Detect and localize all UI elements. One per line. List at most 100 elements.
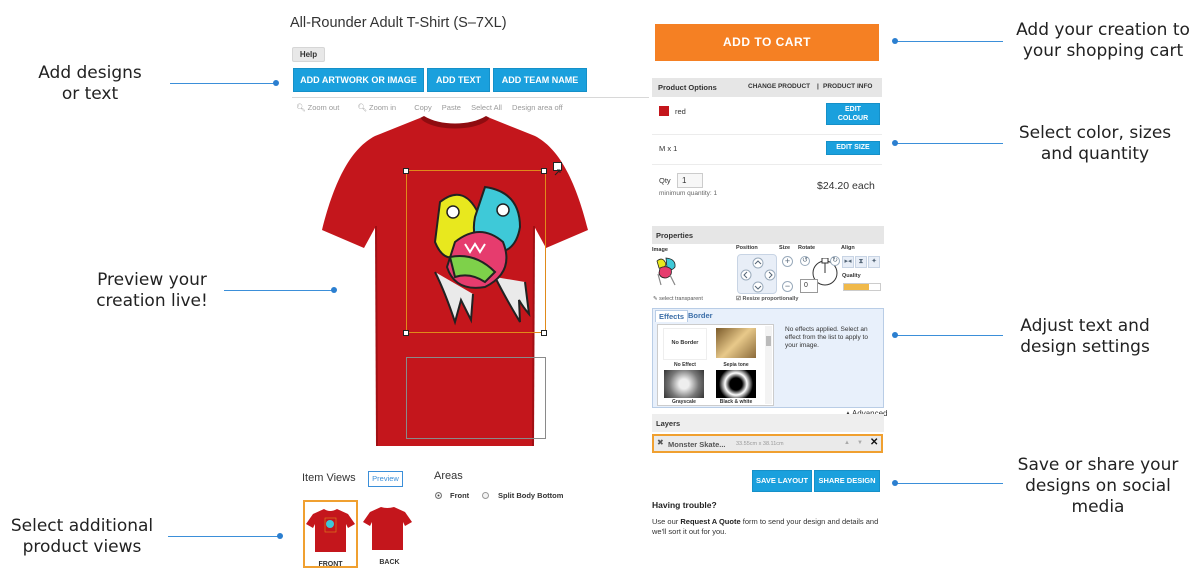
front-view-thumbnail[interactable]: FRONT — [303, 500, 358, 568]
layer-size: 33.55cm x 38.11cm — [736, 441, 784, 447]
change-product-link[interactable]: CHANGE PRODUCT — [748, 83, 810, 90]
annotation-dot — [892, 140, 898, 146]
colour-swatch — [659, 106, 669, 116]
annotation-line — [170, 83, 275, 84]
effects-message: No effects applied. Select an effect fro… — [785, 326, 868, 349]
share-design-button[interactable]: SHARE DESIGN — [814, 470, 880, 492]
resize-handle[interactable] — [403, 330, 409, 336]
add-to-cart-button[interactable]: ADD TO CART — [655, 24, 879, 61]
size-decrease-button[interactable]: − — [782, 281, 793, 292]
annotation-add-to-cart: Add your creation to your shopping cart — [1016, 20, 1190, 61]
effect-sepia-option[interactable] — [716, 328, 756, 358]
annotation-dot — [892, 332, 898, 338]
effect-grayscale-option[interactable] — [664, 370, 704, 398]
layer-up-icon[interactable]: ▲ — [844, 440, 850, 446]
back-view-label: BACK — [379, 559, 400, 566]
annotation-line — [895, 335, 1003, 336]
help-button[interactable]: Help — [292, 47, 325, 62]
front-tshirt-icon — [306, 509, 355, 552]
size-increase-button[interactable]: + — [782, 256, 793, 267]
area-split-body-radio[interactable] — [482, 492, 489, 499]
request-quote-link[interactable]: Request A Quote — [680, 517, 740, 526]
layer-down-icon[interactable]: ▼ — [857, 440, 863, 446]
back-view-thumbnail[interactable]: BACK — [362, 500, 417, 568]
annotation-select-options: Select color, sizes and quantity — [1018, 123, 1172, 164]
tab-border[interactable]: Border — [688, 311, 713, 320]
effect-black-white-option[interactable] — [716, 370, 756, 398]
front-view-label: FRONT — [318, 561, 343, 568]
add-text-button[interactable]: ADD TEXT — [427, 68, 490, 92]
select-transparent-label: select transparent — [659, 296, 703, 302]
size-quantity-summary: M x 1 — [659, 144, 678, 153]
area-front-radio[interactable] — [435, 492, 442, 499]
product-options-header: Product Options CHANGE PRODUCT | PRODUCT… — [652, 78, 882, 97]
annotation-dot — [277, 533, 283, 539]
annotation-line — [895, 143, 1003, 144]
areas-label: Areas — [434, 470, 463, 482]
edit-colour-button[interactable]: EDIT COLOUR — [826, 103, 880, 125]
resize-handle[interactable] — [403, 168, 409, 174]
size-col-label: Size — [779, 245, 791, 251]
annotation-add-designs: Add designs or text — [38, 63, 142, 104]
quality-bar — [843, 283, 881, 291]
scale-handle-icon[interactable] — [553, 162, 562, 176]
item-views-label: Item Views — [302, 472, 356, 484]
area-split-body-label: Split Body Bottom — [498, 491, 564, 500]
align-center-button[interactable]: ✦ — [868, 256, 880, 268]
product-info-link[interactable]: PRODUCT INFO — [823, 83, 872, 90]
design-selection-box[interactable] — [406, 170, 546, 333]
annotation-dot — [892, 38, 898, 44]
help-title: Having trouble? — [652, 500, 717, 510]
effect-black-white-label: Black & white — [719, 399, 753, 405]
split-body-bottom-area — [406, 357, 546, 439]
quality-label: Quality — [842, 273, 861, 279]
tab-effects[interactable]: Effects — [655, 310, 689, 322]
layer-delete-icon[interactable]: ✕ — [870, 437, 878, 448]
product-options-title: Product Options — [658, 83, 717, 92]
annotation-preview: Preview your creation live! — [96, 270, 208, 311]
annotation-dot — [892, 480, 898, 486]
effects-scrollbar[interactable] — [765, 326, 772, 404]
position-col-label: Position — [736, 245, 758, 251]
effect-no-border-option[interactable]: No Border — [663, 328, 707, 360]
resize-handle[interactable] — [541, 330, 547, 336]
rotate-right-button[interactable]: ↻ — [830, 256, 840, 266]
align-horizontal-button[interactable]: ▸◂ — [842, 256, 854, 268]
edit-size-button[interactable]: EDIT SIZE — [826, 141, 880, 155]
resize-proportionally-checkbox[interactable]: ☑ Resize proportionally — [736, 296, 798, 302]
annotation-line — [224, 290, 334, 291]
rotate-left-button[interactable]: ↺ — [800, 256, 810, 266]
position-control[interactable] — [737, 254, 777, 294]
qty-label: Qty — [659, 176, 671, 185]
save-layout-button[interactable]: SAVE LAYOUT — [752, 470, 812, 492]
position-arrows-icon — [740, 257, 776, 293]
effects-tabs: Effects Border — [653, 309, 885, 322]
options-separator: | — [817, 83, 819, 90]
minimum-quantity: minimum quantity: 1 — [659, 190, 718, 197]
rotate-value-input[interactable]: 0 — [800, 279, 818, 293]
layer-pin-icon: ✖ — [657, 438, 664, 447]
area-front-label: Front — [450, 491, 470, 500]
image-col-label: Image — [652, 247, 668, 253]
layers-header: Layers — [652, 414, 884, 432]
layer-item[interactable]: ✖ Monster Skate... 33.55cm x 38.11cm ▲ ▼… — [652, 434, 883, 453]
annotation-line — [168, 536, 280, 537]
annotation-line — [895, 483, 1003, 484]
options-divider — [652, 134, 882, 135]
image-thumbnail — [654, 256, 678, 286]
effects-scrollbar-thumb[interactable] — [766, 336, 771, 346]
properties-panel: Image Position Size Rotate Align + − ↺ ↻… — [652, 244, 884, 308]
toolbar-divider — [292, 97, 649, 98]
resize-handle[interactable] — [541, 168, 547, 174]
select-transparent-link[interactable]: ✎ select transparent — [653, 296, 703, 302]
annotation-dot — [273, 80, 279, 86]
layers-title: Layers — [656, 419, 681, 428]
add-artwork-button[interactable]: ADD ARTWORK OR IMAGE — [293, 68, 424, 92]
qty-input[interactable]: 1 — [677, 173, 703, 188]
add-team-name-button[interactable]: ADD TEAM NAME — [493, 68, 587, 92]
align-vertical-button[interactable]: ⧗ — [855, 256, 867, 268]
effect-grayscale-label: Grayscale — [672, 399, 696, 405]
rotate-col-label: Rotate — [798, 245, 816, 251]
unit-price: $24.20 each — [817, 180, 875, 192]
preview-button[interactable]: Preview — [368, 471, 403, 487]
